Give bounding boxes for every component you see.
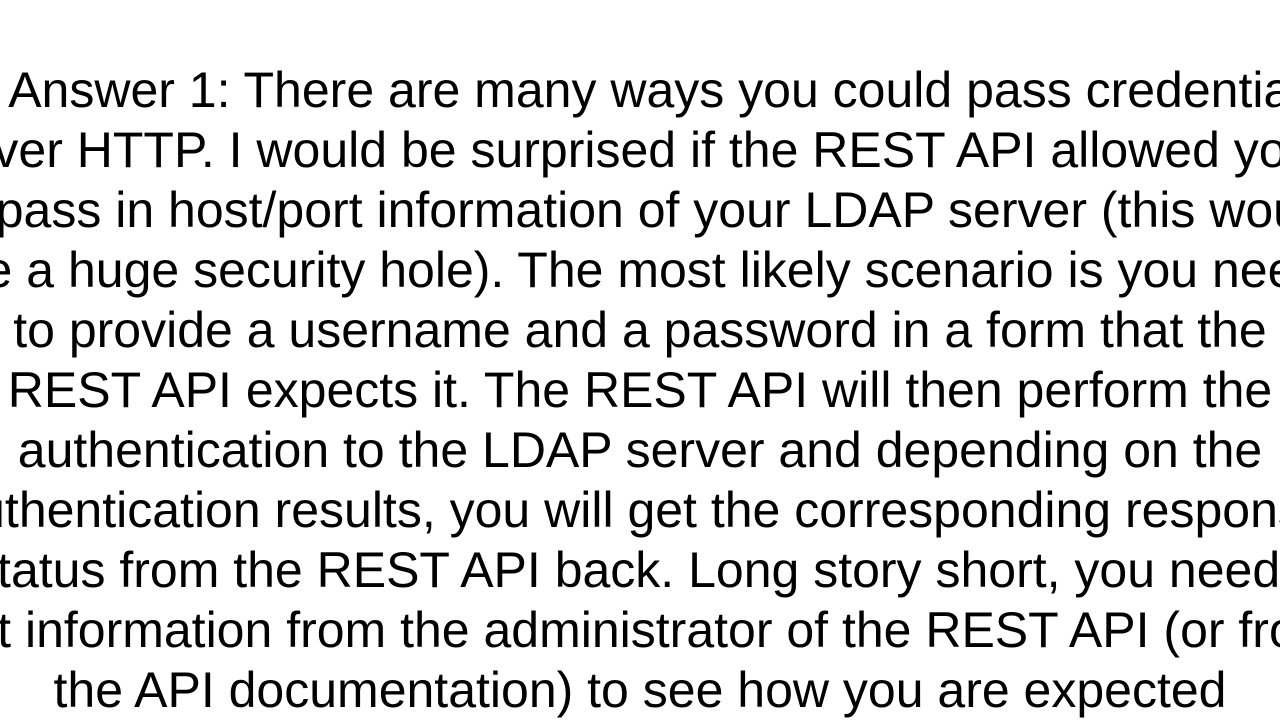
- document-viewport: Answer 1: There are many ways you could …: [0, 0, 1280, 720]
- answer-label: Answer 1:: [8, 62, 230, 118]
- answer-text-block: Answer 1: There are many ways you could …: [0, 0, 1280, 720]
- answer-body: There are many ways you could pass crede…: [0, 62, 1280, 720]
